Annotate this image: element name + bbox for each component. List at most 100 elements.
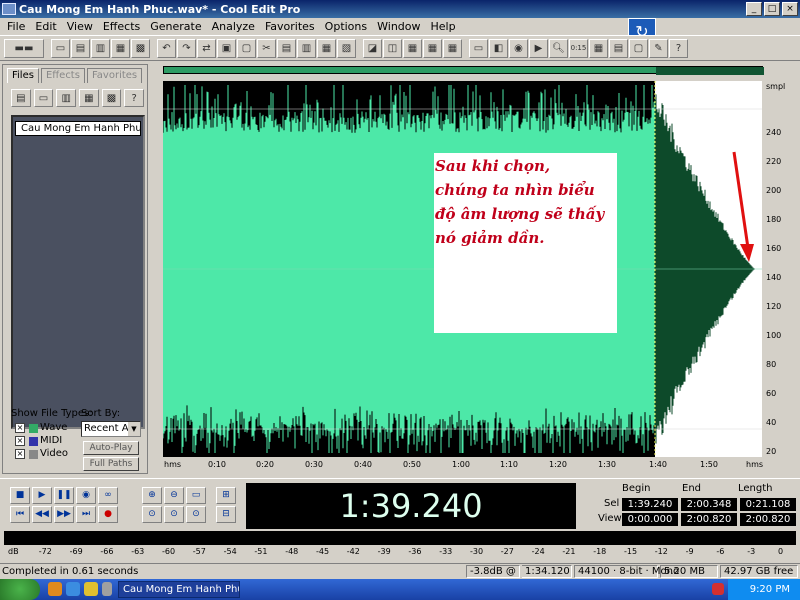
view-end-field[interactable]: 2:00.820 bbox=[681, 513, 737, 526]
pause-icon[interactable]: ❚❚ bbox=[54, 487, 74, 504]
insert-multitrack-icon[interactable]: ▥ bbox=[56, 89, 77, 107]
time-tick: 0:40 bbox=[354, 460, 372, 469]
copy-icon[interactable]: ▣ bbox=[217, 38, 236, 58]
paste-icon[interactable]: ▤ bbox=[277, 38, 296, 58]
playlist-icon[interactable]: ▤ bbox=[609, 38, 628, 58]
help-icon[interactable]: ? bbox=[669, 38, 688, 58]
maximize-button[interactable]: □ bbox=[764, 2, 780, 16]
edit-file-icon[interactable]: ▩ bbox=[101, 89, 122, 107]
tab-effects[interactable]: Effects bbox=[40, 68, 85, 83]
view-begin-field[interactable]: 0:00.000 bbox=[622, 513, 678, 526]
zoom-vertical-in-icon[interactable]: ⊞ bbox=[216, 487, 236, 504]
firefox-icon[interactable] bbox=[48, 582, 62, 596]
favorites-icon[interactable]: ✎ bbox=[649, 38, 668, 58]
auto-play-button[interactable]: Auto-Play bbox=[83, 441, 139, 455]
rewind-icon[interactable]: ◀◀ bbox=[32, 506, 52, 523]
menu-options[interactable]: Options bbox=[320, 20, 372, 33]
menu-edit[interactable]: Edit bbox=[30, 20, 61, 33]
ie-icon[interactable] bbox=[66, 582, 80, 596]
grid-icon[interactable]: ▦ bbox=[589, 38, 608, 58]
menu-file[interactable]: File bbox=[2, 20, 30, 33]
find-icon[interactable]: 🔍︎ bbox=[549, 38, 568, 58]
loop-icon[interactable]: ∞ bbox=[98, 487, 118, 504]
save-icon[interactable]: ▦ bbox=[111, 38, 130, 58]
start-button[interactable] bbox=[0, 579, 40, 600]
wave-checkbox[interactable]: × bbox=[15, 423, 25, 433]
view-length-field[interactable]: 2:00.820 bbox=[740, 513, 796, 526]
paste-new-icon[interactable]: ▥ bbox=[297, 38, 316, 58]
sel-begin-field[interactable]: 1:39.240 bbox=[622, 498, 678, 511]
cue-list-icon[interactable]: ▶ bbox=[529, 38, 548, 58]
taskbar-item-cool-edit[interactable]: Cau Mong Em Hanh Phuc... bbox=[118, 581, 240, 598]
panel-help-icon[interactable]: ? bbox=[124, 89, 145, 107]
menu-favorites[interactable]: Favorites bbox=[260, 20, 320, 33]
envelope-icon[interactable]: ◪ bbox=[363, 38, 382, 58]
menu-generate[interactable]: Generate bbox=[145, 20, 206, 33]
copy-new-icon[interactable]: ▢ bbox=[237, 38, 256, 58]
redo-icon[interactable]: ↷ bbox=[177, 38, 196, 58]
file-list[interactable]: Cau Mong Em Hanh Phuc... bbox=[11, 115, 145, 429]
tab-favorites[interactable]: Favorites bbox=[86, 68, 143, 83]
antivirus-icon[interactable] bbox=[712, 583, 724, 595]
close-button[interactable]: × bbox=[782, 2, 798, 16]
markers-icon[interactable]: ▦ bbox=[443, 38, 462, 58]
annotation-box: Sau khi chọn, chúng ta nhìn biểu độ âm l… bbox=[434, 153, 617, 333]
repeat-icon[interactable]: ⇄ bbox=[197, 38, 216, 58]
play-to-end-icon[interactable]: ◉ bbox=[76, 487, 96, 504]
insert-playlist-icon[interactable]: ▦ bbox=[79, 89, 99, 107]
menu-analyze[interactable]: Analyze bbox=[207, 20, 260, 33]
go-to-start-icon[interactable]: ⏮ bbox=[10, 506, 30, 523]
more-quicklaunch-icon[interactable] bbox=[102, 582, 112, 596]
level-tick: -12 bbox=[654, 547, 668, 556]
sort-by-label: Sort By: bbox=[81, 408, 121, 419]
mix-paste-icon[interactable]: ▦ bbox=[317, 38, 336, 58]
zoom-out-icon[interactable]: ⊖ bbox=[164, 487, 184, 504]
chevron-down-icon: ▼ bbox=[128, 422, 140, 436]
file-item[interactable]: Cau Mong Em Hanh Phuc... bbox=[15, 121, 141, 136]
overview-bar[interactable] bbox=[163, 66, 764, 75]
menu-view[interactable]: View bbox=[62, 20, 98, 33]
title-bar: Cau Mong Em Hanh Phuc.wav* - Cool Edit P… bbox=[0, 0, 800, 18]
cd-icon[interactable]: ◉ bbox=[509, 38, 528, 58]
full-paths-button[interactable]: Full Paths bbox=[83, 457, 139, 471]
video-checkbox[interactable]: × bbox=[15, 449, 25, 459]
fast-forward-icon[interactable]: ▶▶ bbox=[54, 506, 74, 523]
multitrack-toggle-icon[interactable]: ▬▬ bbox=[4, 38, 44, 58]
zoom-full-icon[interactable]: ▭ bbox=[186, 487, 206, 504]
open-folder-icon[interactable]: ▤ bbox=[11, 89, 31, 107]
view-spectral-icon[interactable]: ◧ bbox=[489, 38, 508, 58]
save-all-icon[interactable]: ▩ bbox=[131, 38, 150, 58]
spectral-view-icon[interactable]: ◫ bbox=[383, 38, 402, 58]
zoom-in-icon[interactable]: ⊕ bbox=[142, 487, 162, 504]
sel-length-field[interactable]: 0:21.108 bbox=[740, 498, 796, 511]
crop-icon[interactable]: ▧ bbox=[337, 38, 356, 58]
go-to-end-icon[interactable]: ⏭ bbox=[76, 506, 96, 523]
cut-icon[interactable]: ✂ bbox=[257, 38, 276, 58]
zoom-left-icon[interactable]: ⊙ bbox=[142, 506, 162, 523]
close-file-icon[interactable]: ▥ bbox=[91, 38, 110, 58]
midi-checkbox[interactable]: × bbox=[15, 436, 25, 446]
zero-cross-icon[interactable]: ▦ bbox=[403, 38, 422, 58]
zoom-right-icon[interactable]: ⊙ bbox=[164, 506, 184, 523]
messenger-icon[interactable] bbox=[84, 582, 98, 596]
view-waveform-icon[interactable]: ▭ bbox=[469, 38, 488, 58]
snap-icon[interactable]: ▦ bbox=[423, 38, 442, 58]
close-file-panel-icon[interactable]: ▭ bbox=[33, 89, 54, 107]
undo-icon[interactable]: ↶ bbox=[157, 38, 176, 58]
stop-icon[interactable]: ■ bbox=[10, 487, 30, 504]
open-file-icon[interactable]: ▤ bbox=[71, 38, 90, 58]
sort-by-select[interactable]: Recent Acc ▼ bbox=[81, 421, 141, 437]
menu-window[interactable]: Window bbox=[372, 20, 425, 33]
zoom-vertical-out-icon[interactable]: ⊟ bbox=[216, 506, 236, 523]
menu-help[interactable]: Help bbox=[426, 20, 461, 33]
sel-end-field[interactable]: 2:00.348 bbox=[681, 498, 737, 511]
time-015-icon[interactable]: 0:15 bbox=[569, 38, 588, 58]
zoom-selection-icon[interactable]: ⊙ bbox=[186, 506, 206, 523]
minimize-button[interactable]: _ bbox=[746, 2, 762, 16]
play-icon[interactable]: ▶ bbox=[32, 487, 52, 504]
tab-files[interactable]: Files bbox=[7, 68, 39, 83]
scripts-icon[interactable]: ▢ bbox=[629, 38, 648, 58]
record-icon[interactable]: ● bbox=[98, 506, 118, 523]
menu-effects[interactable]: Effects bbox=[98, 20, 145, 33]
new-file-icon[interactable]: ▭ bbox=[51, 38, 70, 58]
